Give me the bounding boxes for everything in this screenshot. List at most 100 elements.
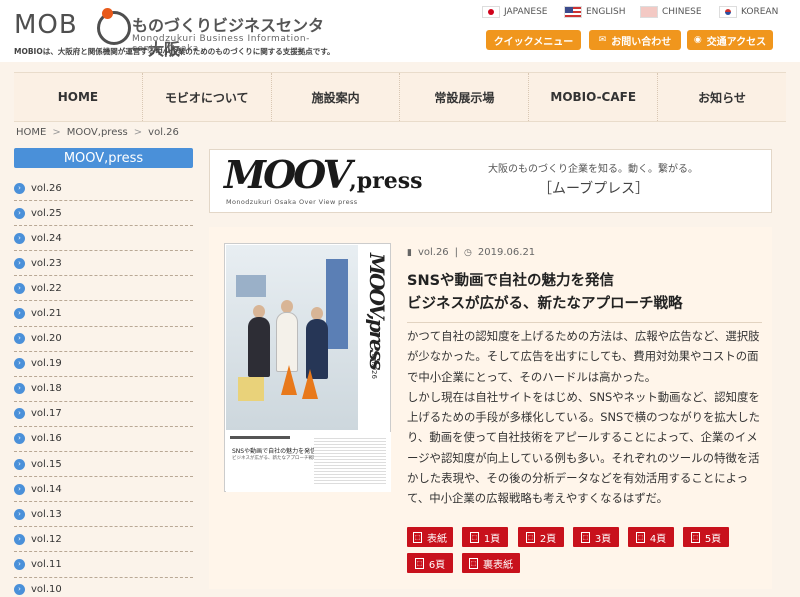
sidebar-item-vol-18[interactable]: › vol.18 xyxy=(14,377,193,402)
breadcrumb-chevron-icon: > xyxy=(52,127,61,138)
access-button[interactable]: ◉ 交通アクセス xyxy=(687,30,773,50)
chevron-right-icon: › xyxy=(14,433,25,445)
sidebar-item-label: vol.17 xyxy=(31,408,62,420)
sidebar-item-vol-19[interactable]: › vol.19 xyxy=(14,352,193,377)
sidebar-item-vol-23[interactable]: › vol.23 xyxy=(14,251,193,277)
chevron-right-icon: › xyxy=(14,182,25,194)
lang-korean[interactable]: KOREAN xyxy=(719,6,778,18)
pdf-icon: ⬚ xyxy=(413,531,422,543)
article-meta: ▮ vol.26 | ◷ 2019.06.21 xyxy=(407,247,535,258)
nav-news[interactable]: お知らせ xyxy=(657,73,786,121)
mail-icon: ✉ xyxy=(598,35,607,45)
moov-press-logo: MOOV,press xyxy=(224,152,423,197)
nav-mobio-cafe[interactable]: MOBIO-CAFE xyxy=(528,73,657,121)
chevron-right-icon: › xyxy=(14,508,25,520)
cover-subline: ビジネスが広がる、新たなアプローチ戦略 xyxy=(232,456,318,461)
sidebar-item-label: vol.15 xyxy=(31,458,62,470)
global-nav: HOME モビオについて 施設案内 常設展示場 MOBIO-CAFE お知らせ xyxy=(14,72,786,122)
logo-description: MOBIOは、大阪府と関係機関が運営する中小企業のためのものづくりに関する支援拠… xyxy=(14,47,335,56)
article-card: MOOV,press vol.026 SNSや動画で自社の魅力を発信 ビジネスが… xyxy=(209,227,772,589)
cover-bottom: SNSや動画で自社の魅力を発信 ビジネスが広がる、新たなアプローチ戦略 xyxy=(226,432,391,492)
chevron-right-icon: › xyxy=(14,483,25,495)
quick-menu-button[interactable]: クイックメニュー xyxy=(486,30,581,50)
logo-dot-icon xyxy=(102,8,113,19)
pdf-icon: ⬚ xyxy=(635,531,645,543)
sidebar-item-vol-17[interactable]: › vol.17 xyxy=(14,402,193,427)
pdf-link-4[interactable]: ⬚ 4頁 xyxy=(628,527,674,547)
sidebar-item-vol-14[interactable]: › vol.14 xyxy=(14,477,193,503)
sidebar-item-vol-16[interactable]: › vol.16 xyxy=(14,427,193,453)
breadcrumb-current: vol.26 xyxy=(148,127,179,138)
sidebar-item-vol-15[interactable]: › vol.15 xyxy=(14,452,193,478)
nav-home[interactable]: HOME xyxy=(14,73,142,121)
cn-flag-icon xyxy=(640,6,658,18)
logo-wordmark: MOB xyxy=(14,10,106,40)
pdf-link-label: 2頁 xyxy=(539,533,557,545)
cover-text-block xyxy=(314,438,386,486)
sidebar-item-vol-24[interactable]: › vol.24 xyxy=(14,226,193,252)
sidebar-item-label: vol.21 xyxy=(31,308,62,320)
sidebar-item-vol-25[interactable]: › vol.25 xyxy=(14,201,193,227)
pdf-link-label: 表紙 xyxy=(427,533,447,545)
pdf-icon: ⬚ xyxy=(690,531,700,543)
sidebar-title: MOOV,press xyxy=(14,148,193,168)
person-figure xyxy=(248,317,270,377)
sidebar-item-label: vol.23 xyxy=(31,257,62,269)
sidebar-item-vol-26[interactable]: › vol.26 xyxy=(14,176,193,202)
chevron-right-icon: › xyxy=(14,533,25,545)
pdf-icon: ⬚ xyxy=(580,531,590,543)
sidebar-item-vol-20[interactable]: › vol.20 xyxy=(14,327,193,352)
sidebar-item-label: vol.22 xyxy=(31,282,62,294)
sidebar-item-vol-10[interactable]: › vol.10 xyxy=(14,578,193,597)
pdf-link-1[interactable]: ⬚ 1頁 xyxy=(462,527,508,547)
site-header: MOB ものづくりビジネスセンター大阪 Monodzukuri Business… xyxy=(0,0,800,62)
contact-button[interactable]: ✉ お問い合わせ xyxy=(589,30,681,50)
pdf-link-label: 3頁 xyxy=(594,533,612,545)
banner-tagline: 大阪のものづくり企業を知る。動く。繋がる。 xyxy=(488,164,698,175)
cover-side-title: MOOV,press vol.026 xyxy=(359,245,390,430)
sidebar-item-vol-12[interactable]: › vol.12 xyxy=(14,527,193,553)
pdf-link-2[interactable]: ⬚ 2頁 xyxy=(518,527,564,547)
article-title: SNSや動画で自社の魅力を発信 ビジネスが広がる、新たなアプローチ戦略 xyxy=(407,270,762,316)
pdf-link-6[interactable]: ⬚ 6頁 xyxy=(407,553,453,573)
chevron-right-icon: › xyxy=(14,358,25,370)
nav-exhibition[interactable]: 常設展示場 xyxy=(399,73,528,121)
sidebar-item-label: vol.20 xyxy=(31,333,62,345)
nav-about[interactable]: モビオについて xyxy=(141,73,271,121)
pdf-link-label: 5頁 xyxy=(704,533,722,545)
article-volume: vol.26 xyxy=(417,247,449,258)
breadcrumb: HOME > MOOV,press > vol.26 xyxy=(16,127,179,138)
cover-banner-stand xyxy=(326,259,348,349)
lang-chinese[interactable]: CHINESE xyxy=(640,6,702,18)
pdf-link-3[interactable]: ⬚ 3頁 xyxy=(573,527,619,547)
sidebar-item-vol-22[interactable]: › vol.22 xyxy=(14,276,193,302)
magazine-cover-image[interactable]: MOOV,press vol.026 SNSや動画で自社の魅力を発信 ビジネスが… xyxy=(224,243,391,492)
pdf-link-7[interactable]: ⬚ 裏表紙 xyxy=(462,553,520,573)
sidebar-item-vol-11[interactable]: › vol.11 xyxy=(14,552,193,578)
cone-icon xyxy=(302,369,318,399)
article-body-text: かつて自社の認知度を上げるための方法は、広報や広告など、選択肢が少なかった。そし… xyxy=(407,329,760,506)
pdf-link-5[interactable]: ⬚ 5頁 xyxy=(683,527,729,547)
breadcrumb-home[interactable]: HOME xyxy=(16,127,46,138)
pdf-link-0[interactable]: ⬚ 表紙 xyxy=(407,527,453,547)
language-switcher: JAPANESE ENGLISH CHINESE KOREAN xyxy=(478,6,796,22)
jp-flag-icon xyxy=(482,6,500,18)
lang-english[interactable]: ENGLISH xyxy=(564,6,626,18)
person-figure xyxy=(276,312,298,372)
title-divider xyxy=(407,322,762,323)
chevron-right-icon: › xyxy=(14,282,25,294)
article-date: 2019.06.21 xyxy=(477,247,536,258)
sidebar-item-label: vol.10 xyxy=(31,584,62,596)
cover-rule xyxy=(230,436,290,439)
chevron-right-icon: › xyxy=(14,558,25,570)
sidebar-item-vol-21[interactable]: › vol.21 xyxy=(14,301,193,327)
sidebar-item-vol-13[interactable]: › vol.13 xyxy=(14,502,193,528)
banner-kana: ［ムーブプレス］ xyxy=(538,181,650,197)
book-icon: ▮ xyxy=(407,247,412,258)
nav-facilities[interactable]: 施設案内 xyxy=(270,73,400,121)
sidebar-item-label: vol.13 xyxy=(31,508,62,520)
lang-japanese[interactable]: JAPANESE xyxy=(482,6,547,18)
chevron-right-icon: › xyxy=(14,257,25,269)
breadcrumb-section[interactable]: MOOV,press xyxy=(67,127,128,138)
site-logo[interactable]: MOB ものづくりビジネスセンター大阪 Monodzukuri Business… xyxy=(8,8,338,59)
